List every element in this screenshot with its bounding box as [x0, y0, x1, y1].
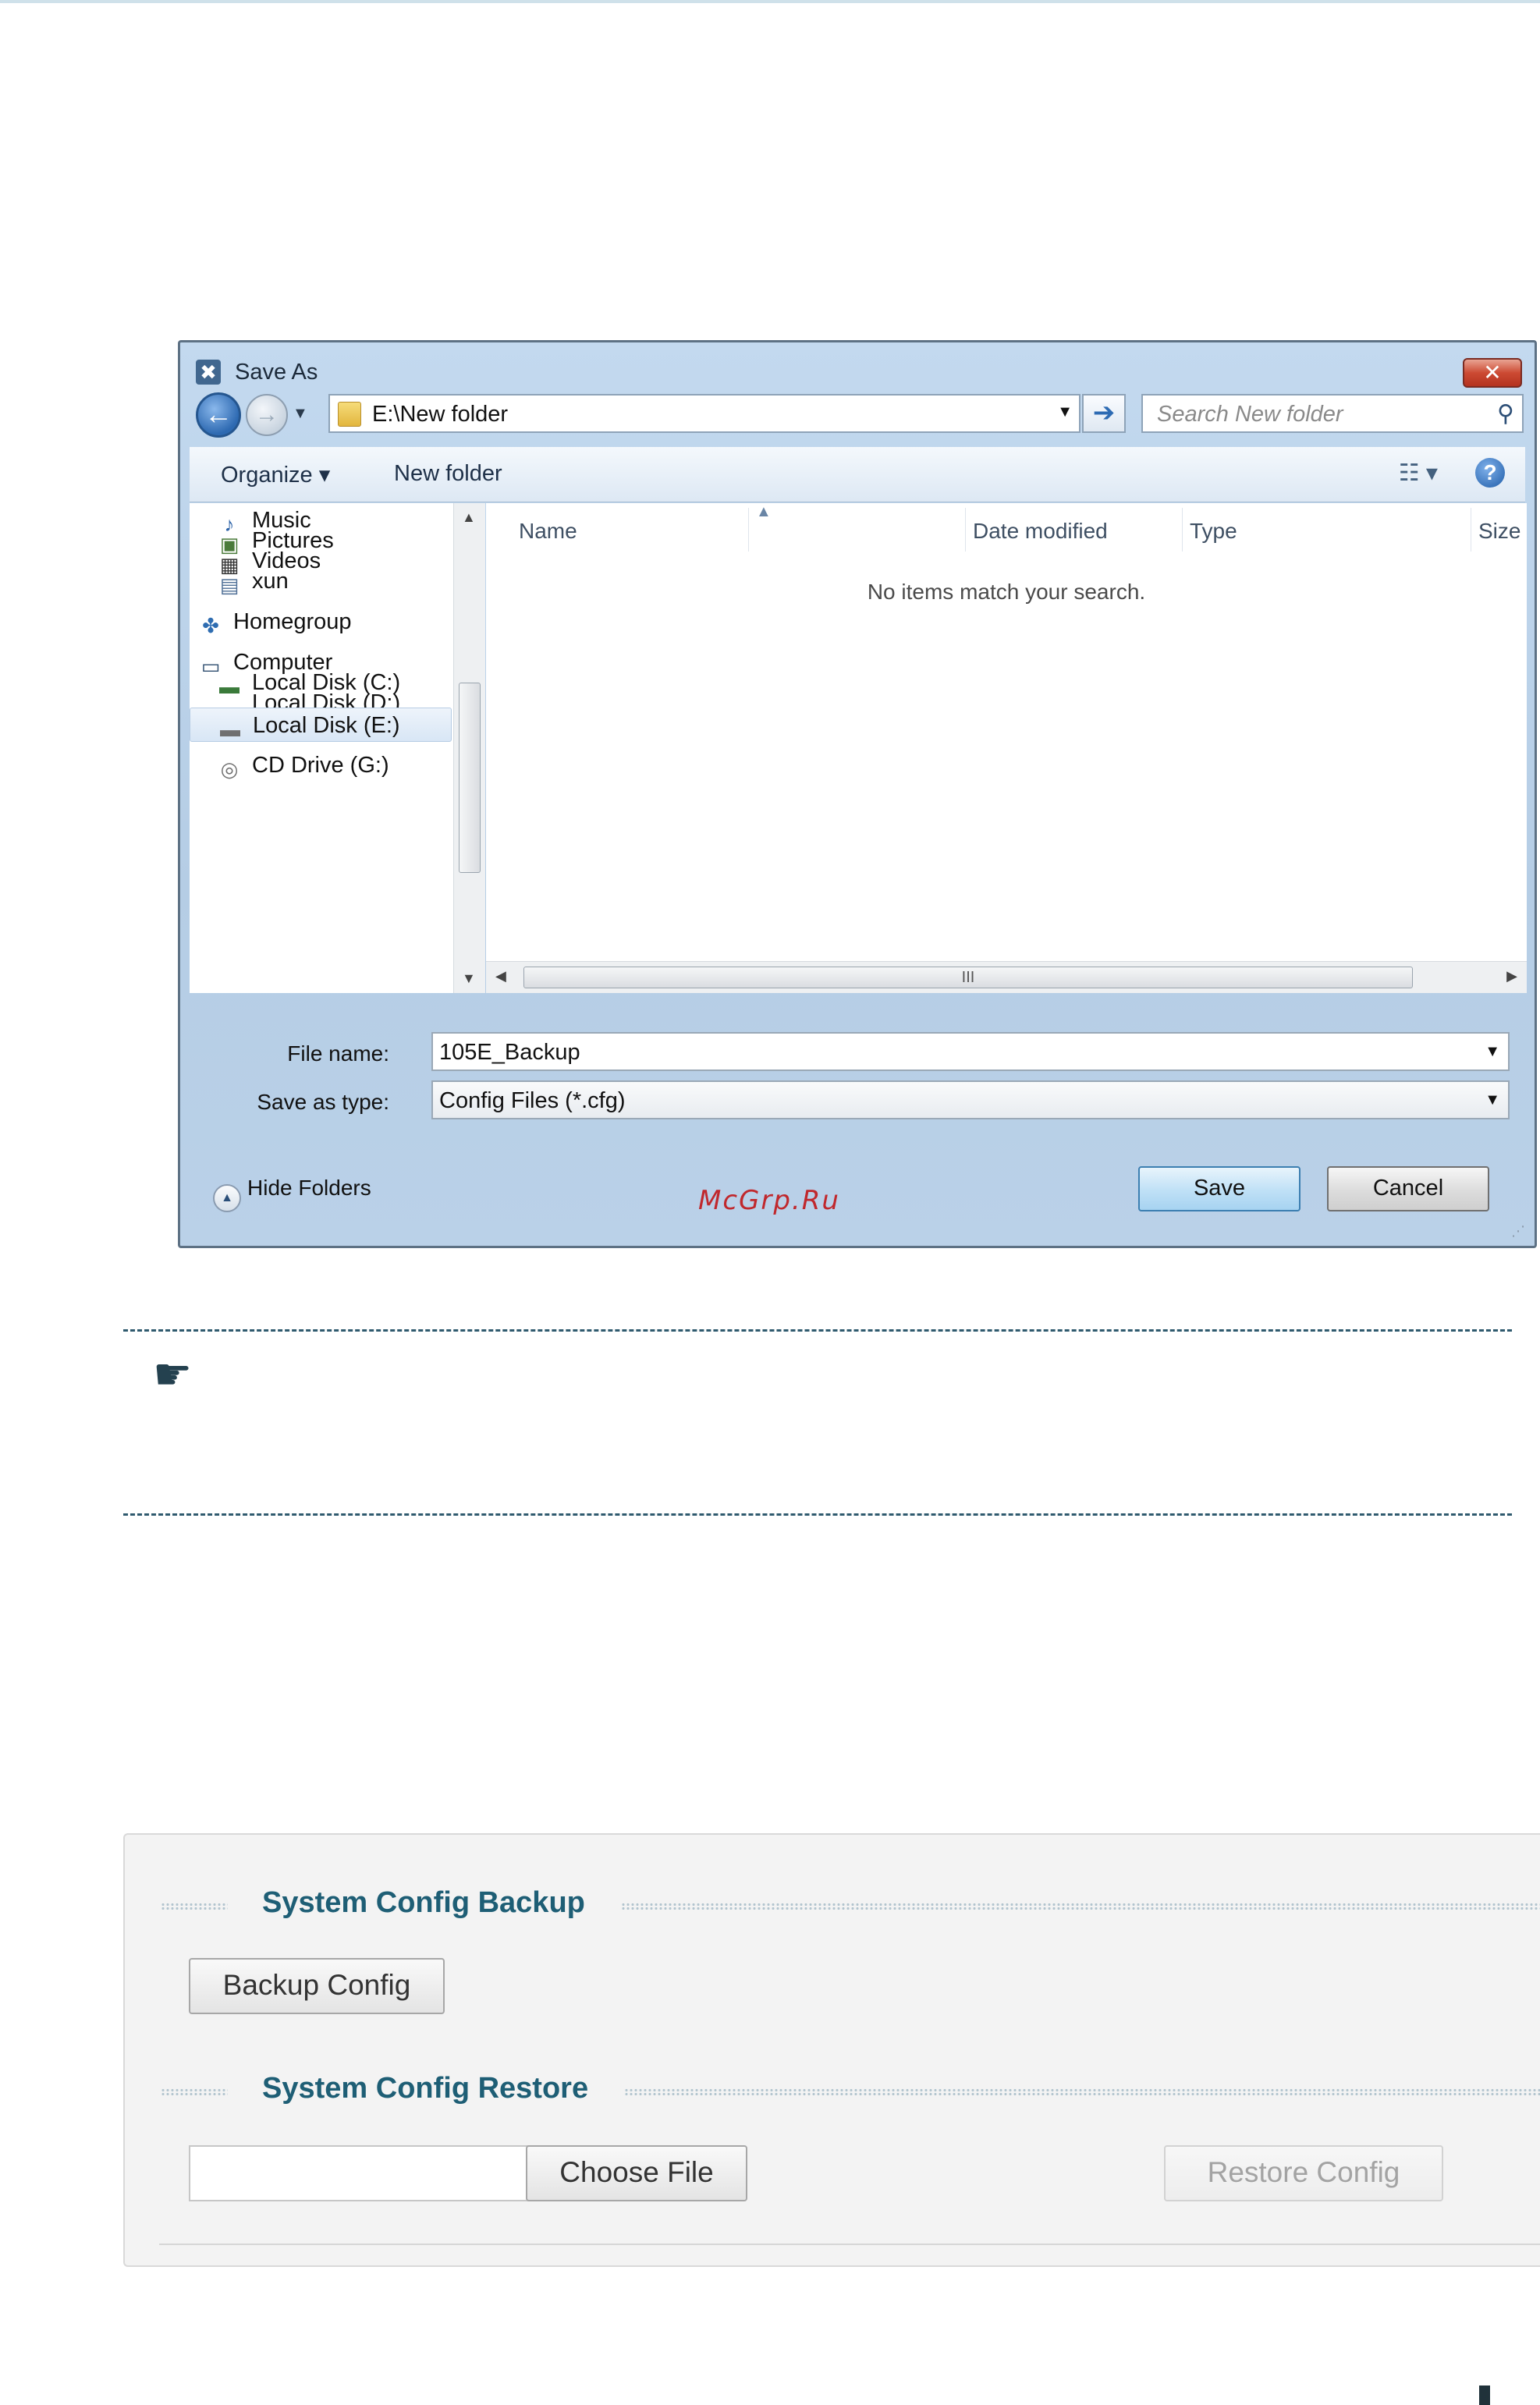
save-as-dialog: ✖ Save As ✕ ← → ▼ E:\New folder ▼ ➔ Sear… [178, 340, 1537, 1248]
save-button[interactable]: Save [1138, 1166, 1300, 1211]
view-options-icon[interactable]: ☷ ▾ [1399, 459, 1438, 487]
nav-item-label: Local Disk (E:) [253, 713, 400, 738]
horizontal-scrollbar[interactable]: ◀ III ▶ [486, 961, 1527, 993]
file-name-value: 105E_Backup [439, 1040, 580, 1065]
column-header-size[interactable]: Size [1478, 519, 1520, 544]
note-top-border [123, 1329, 1512, 1332]
top-rule [0, 0, 1540, 3]
cancel-button[interactable]: Cancel [1327, 1166, 1489, 1211]
note-bottom-border [123, 1513, 1512, 1516]
backup-section-title: System Config Backup [262, 1886, 585, 1919]
help-icon[interactable]: ? [1475, 458, 1505, 488]
nav-item-cd-drive-g[interactable]: ◎ CD Drive (G:) [216, 748, 389, 782]
drive-icon: ▬ [220, 718, 240, 741]
horizontal-scroll-thumb[interactable]: III [523, 967, 1413, 988]
save-as-type-select[interactable]: Config Files (*.cfg) ▼ [431, 1080, 1510, 1119]
command-bar: Organize ▾ New folder ☷ ▾ ? [190, 447, 1525, 502]
restore-section-title: System Config Restore [262, 2072, 589, 2105]
section-dot-leader [161, 1903, 228, 1910]
organize-menu[interactable]: Organize ▾ [221, 461, 330, 488]
panel-bottom-rule [159, 2244, 1540, 2245]
document-icon: ▤ [219, 573, 240, 597]
section-dot-leader [621, 1903, 1540, 1910]
forward-arrow-icon[interactable]: → [246, 394, 288, 436]
dialog-titlebar: ✖ Save As ✕ [180, 342, 1535, 388]
column-header-type[interactable]: Type [1190, 519, 1237, 544]
search-placeholder: Search New folder [1157, 402, 1343, 427]
column-separator [1182, 508, 1183, 552]
file-name-chevron-down-icon[interactable]: ▼ [1485, 1043, 1500, 1061]
save-as-type-label: Save as type: [257, 1090, 389, 1114]
resize-grip-icon[interactable]: ⋰ [1511, 1223, 1525, 1240]
dialog-app-icon: ✖ [196, 360, 221, 385]
navigation-scrollbar[interactable]: ▲ ▼ [453, 503, 485, 993]
file-name-field[interactable]: 105E_Backup ▼ [431, 1032, 1510, 1071]
nav-item-local-disk-e[interactable]: ▬ Local Disk (E:) [190, 708, 452, 742]
save-as-type-chevron-down-icon[interactable]: ▼ [1485, 1091, 1500, 1109]
homegroup-icon: ✤ [202, 614, 219, 637]
section-dot-leader [161, 2088, 228, 2096]
choose-file-button[interactable]: Choose File [526, 2145, 747, 2201]
new-folder-button[interactable]: New folder [394, 461, 502, 487]
file-list-pane: ▲ Name Date modified Type Size No items … [486, 503, 1527, 993]
go-arrow-icon[interactable]: ➔ [1082, 394, 1126, 433]
address-path: E:\New folder [372, 402, 509, 427]
cd-drive-icon: ◎ [220, 757, 239, 781]
address-bar[interactable]: E:\New folder ▼ [328, 394, 1080, 433]
hide-folders-toggle[interactable]: ▲ Hide Folders [213, 1176, 371, 1212]
pointing-hand-icon: ☛ [153, 1350, 193, 1399]
system-config-panel: System Config Backup Backup Config Syste… [123, 1833, 1540, 2267]
navigation-pane: ♪ Music ▣ Pictures ▦ Videos ▤ xun ✤ Homegroup… [190, 503, 453, 993]
restore-file-path-input[interactable] [189, 2145, 532, 2201]
dialog-title: Save As [235, 360, 318, 385]
navigation-scroll-thumb[interactable] [459, 683, 481, 873]
scroll-down-arrow-icon[interactable]: ▼ [462, 970, 476, 987]
recent-locations-chevron-icon[interactable]: ▼ [293, 405, 308, 423]
hide-folders-label: Hide Folders [247, 1176, 371, 1200]
column-separator [965, 508, 966, 552]
scroll-right-arrow-icon[interactable]: ▶ [1506, 968, 1517, 984]
section-dot-leader [624, 2088, 1540, 2096]
page-corner-mark [1479, 2385, 1490, 2405]
restore-config-button[interactable]: Restore Config [1164, 2145, 1443, 2201]
folder-icon [338, 402, 361, 427]
back-arrow-icon[interactable]: ← [196, 392, 241, 438]
column-header-name[interactable]: Name [519, 519, 577, 544]
search-icon[interactable]: ⚲ [1497, 400, 1514, 427]
column-separator [748, 508, 749, 552]
search-input[interactable]: Search New folder ⚲ [1141, 394, 1524, 433]
nav-item-homegroup[interactable]: ✤ Homegroup [197, 605, 352, 639]
chevron-up-icon: ▲ [213, 1184, 241, 1212]
watermark: McGrp.Ru [698, 1185, 840, 1216]
column-header-date-modified[interactable]: Date modified [973, 519, 1108, 544]
nav-item-label: Homegroup [233, 609, 352, 634]
nav-item-label: xun [252, 569, 289, 594]
close-button[interactable]: ✕ [1463, 358, 1522, 388]
address-chevron-down-icon[interactable]: ▼ [1057, 403, 1073, 421]
backup-config-button[interactable]: Backup Config [189, 1958, 445, 2014]
file-name-label: File name: [287, 1041, 389, 1066]
save-as-type-value: Config Files (*.cfg) [439, 1088, 626, 1113]
scroll-left-arrow-icon[interactable]: ◀ [495, 968, 506, 984]
nav-item-xun[interactable]: ▤ xun [216, 564, 289, 598]
sort-ascending-icon: ▲ [756, 503, 772, 520]
empty-folder-message: No items match your search. [867, 580, 1146, 604]
nav-item-label: CD Drive (G:) [252, 753, 389, 778]
navigation-row: ← → ▼ E:\New folder ▼ ➔ Search New folde… [180, 391, 1535, 439]
scroll-up-arrow-icon[interactable]: ▲ [462, 509, 476, 526]
